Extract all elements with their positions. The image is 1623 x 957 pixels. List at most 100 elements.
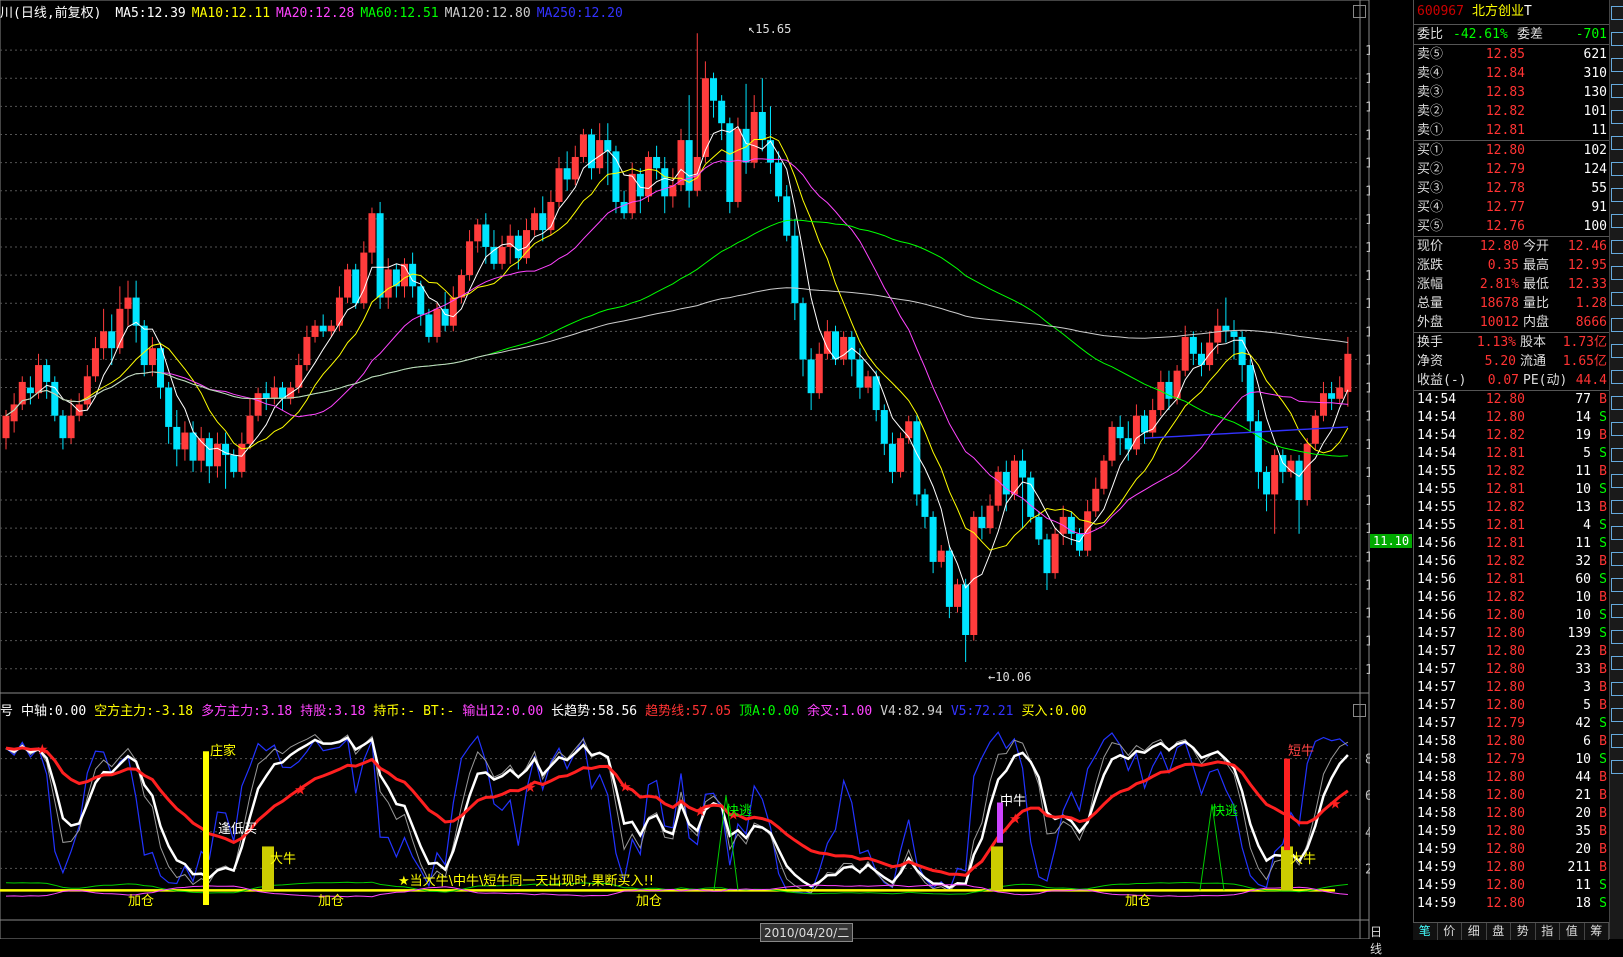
tick-flag: B — [1599, 806, 1607, 821]
order-label: 卖④ — [1417, 66, 1444, 81]
price-tick-label: 15.25 — [1365, 72, 1370, 87]
order-row[interactable]: 卖③ 12.83 130 — [1414, 83, 1610, 102]
candle-body — [1084, 511, 1092, 551]
tick-price: 12.82 — [1485, 554, 1525, 569]
tick-flag: S — [1599, 482, 1607, 497]
tool-icon-21[interactable] — [1611, 526, 1623, 540]
tool-icon-20[interactable] — [1611, 500, 1623, 514]
order-row[interactable]: 买③ 12.78 55 — [1414, 179, 1610, 198]
tool-icon-27[interactable] — [1611, 682, 1623, 696]
chart-title: 川(日线,前复权) — [0, 6, 102, 21]
tool-icon-25[interactable] — [1611, 630, 1623, 644]
tick-flag: B — [1599, 464, 1607, 479]
tool-icon-29[interactable] — [1611, 734, 1623, 748]
price-tick-label: 11.00 — [1365, 550, 1370, 565]
tool-icon-22[interactable] — [1611, 552, 1623, 566]
candle-body — [1254, 421, 1262, 472]
kline-chart[interactable]: 15.50 15.25 15.00 14.75 14.50 14.25 14.00 13.75… — [0, 0, 1370, 939]
bottom-tab[interactable]: 值 — [1560, 923, 1585, 940]
tool-icon-5[interactable] — [1611, 110, 1623, 124]
trend-star-marker: ★ — [524, 780, 537, 796]
bottom-tab[interactable]: 指 — [1536, 923, 1560, 940]
tool-icon-2[interactable] — [1611, 32, 1623, 46]
period-button[interactable]: 日线 — [1370, 923, 1382, 957]
order-row[interactable]: 买⑤ 12.76 100 — [1414, 217, 1610, 236]
order-row[interactable]: 买④ 12.77 91 — [1414, 198, 1610, 217]
tool-icon-1[interactable] — [1611, 6, 1623, 20]
order-row[interactable]: 买② 12.79 124 — [1414, 160, 1610, 179]
sell-orders: 卖⑤ 12.85 621 卖④ 12.84 310 卖③ 12.83 130 卖② 12.82 101… — [1414, 44, 1610, 140]
quote-row: 涨跌 0.35 最高 12.95 — [1414, 256, 1610, 275]
candle-body — [466, 241, 474, 276]
order-row[interactable]: 卖④ 12.84 310 — [1414, 64, 1610, 83]
bottom-tab[interactable]: 价 — [1438, 923, 1462, 940]
tool-icon-11[interactable] — [1611, 266, 1623, 280]
order-label: 卖② — [1417, 104, 1444, 119]
close-icon[interactable] — [1353, 5, 1366, 18]
tool-icon-7[interactable] — [1611, 162, 1623, 176]
tool-icon-6[interactable] — [1611, 136, 1623, 150]
tick-volume: 35 — [1575, 824, 1591, 839]
order-row[interactable]: 卖① 12.81 11 — [1414, 121, 1610, 140]
tick-time: 14:57 — [1417, 698, 1457, 713]
tick-flag: B — [1599, 788, 1607, 803]
order-label: 买② — [1417, 162, 1444, 177]
tool-icon-14[interactable] — [1611, 344, 1623, 358]
stock-name[interactable]: 北方创业 — [1472, 0, 1524, 24]
tool-icon-18[interactable] — [1611, 448, 1623, 462]
candle-body — [571, 156, 579, 180]
order-row[interactable]: 卖⑤ 12.85 621 — [1414, 45, 1610, 64]
tick-list[interactable]: 14:54 12.80 77 B 14:54 12.80 14 S 14:54 12.82 19 B 1… — [1414, 390, 1610, 913]
tick-row: 14:59 12.80 18 S — [1414, 895, 1610, 913]
bottom-tab[interactable]: 盘 — [1487, 923, 1511, 940]
order-row[interactable]: 买① 12.80 102 — [1414, 141, 1610, 160]
tool-icon-24[interactable] — [1611, 604, 1623, 618]
order-price: 12.81 — [1485, 123, 1525, 138]
tool-icon-28[interactable] — [1611, 708, 1623, 722]
tool-icon-23[interactable] — [1611, 578, 1623, 592]
candle-body — [531, 213, 539, 231]
tool-icon-3[interactable] — [1611, 58, 1623, 72]
window-icon[interactable] — [1353, 704, 1366, 717]
bottom-tab[interactable]: 笔 — [1413, 923, 1438, 940]
tool-icon-26[interactable] — [1611, 656, 1623, 670]
note-kuaitao-1: 快逃 — [726, 804, 753, 819]
tick-volume: 32 — [1575, 554, 1591, 569]
tool-icon-19[interactable] — [1611, 474, 1623, 488]
trend-star-marker: ★ — [294, 783, 307, 799]
bottom-tab[interactable]: 细 — [1462, 923, 1487, 940]
quote-value: 12.33 — [1567, 277, 1607, 292]
candle-body — [970, 516, 978, 636]
tick-volume: 5 — [1583, 446, 1591, 461]
tool-icon-10[interactable] — [1611, 240, 1623, 254]
candle-body — [392, 269, 400, 287]
tool-icon-17[interactable] — [1611, 422, 1623, 436]
tick-volume: 211 — [1567, 860, 1591, 875]
tick-volume: 10 — [1575, 752, 1591, 767]
order-row[interactable]: 卖② 12.82 101 — [1414, 102, 1610, 121]
tool-icon-12[interactable] — [1611, 292, 1623, 306]
candle-body — [1295, 460, 1303, 501]
candle-body — [742, 128, 750, 163]
candle-body — [327, 325, 335, 332]
tick-flag: B — [1599, 680, 1607, 695]
tool-icon-9[interactable] — [1611, 214, 1623, 228]
tool-icon-16[interactable] — [1611, 396, 1623, 410]
trend-star-marker: ★ — [694, 804, 707, 820]
tool-icon-30[interactable] — [1611, 760, 1623, 774]
chart-area[interactable]: 15.50 15.25 15.00 14.75 14.50 14.25 14.00 13.75… — [0, 0, 1413, 956]
order-price: 12.85 — [1485, 47, 1525, 62]
tick-volume: 20 — [1575, 806, 1591, 821]
candle-body — [888, 443, 896, 472]
tick-time: 14:55 — [1417, 482, 1457, 497]
tick-price: 12.80 — [1485, 644, 1525, 659]
bottom-tab[interactable]: 筹 — [1585, 923, 1609, 940]
tool-icon-8[interactable] — [1611, 188, 1623, 202]
tool-icon-13[interactable] — [1611, 318, 1623, 332]
tool-icon-4[interactable] — [1611, 84, 1623, 98]
tool-icon-15[interactable] — [1611, 370, 1623, 384]
tick-price: 12.80 — [1485, 410, 1525, 425]
trend-star-marker: ★ — [619, 780, 632, 796]
quote-value: 1.65亿 — [1562, 354, 1607, 369]
bottom-tab[interactable]: 势 — [1511, 923, 1536, 940]
